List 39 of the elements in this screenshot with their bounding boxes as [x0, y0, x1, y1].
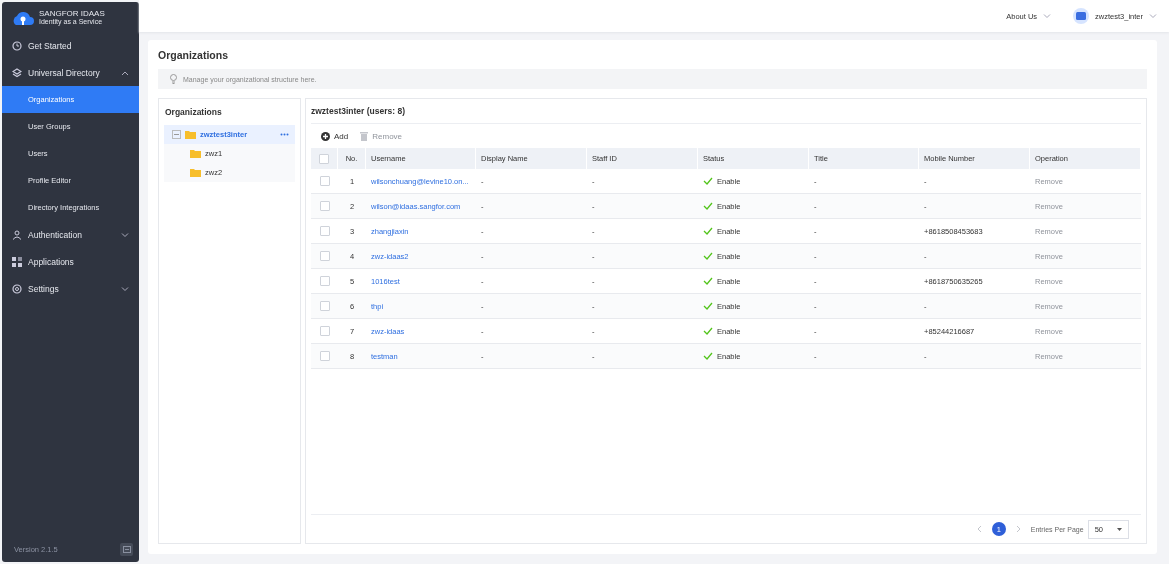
next-page-icon	[1015, 525, 1021, 533]
nav-item[interactable]: Applications	[2, 248, 139, 275]
checkbox[interactable]	[319, 251, 330, 261]
panel-icon	[122, 546, 131, 553]
checkbox[interactable]	[319, 326, 330, 336]
gear-icon	[12, 283, 22, 294]
nav-item[interactable]: Authentication	[2, 221, 139, 248]
panel-title: zwztest3inter (users: 8)	[311, 99, 1141, 124]
folder-icon	[190, 149, 201, 158]
checkbox[interactable]	[319, 351, 330, 361]
checkbox[interactable]	[319, 301, 330, 311]
grid-icon	[12, 256, 22, 267]
nav-item[interactable]: Universal Directory	[2, 59, 139, 86]
checkbox[interactable]	[319, 153, 329, 164]
chevron-icon	[1043, 13, 1052, 19]
checkbox[interactable]	[319, 276, 330, 286]
trash-icon	[360, 131, 369, 141]
brand-name: SANGFOR IDAAS	[39, 9, 105, 18]
nav-item[interactable]: Settings	[2, 275, 139, 302]
person-icon	[12, 229, 22, 240]
avatar-icon	[1076, 12, 1087, 20]
checkbox[interactable]	[319, 201, 330, 211]
layers-icon	[12, 67, 22, 78]
checkbox[interactable]	[319, 176, 330, 186]
collapse-button[interactable]	[120, 543, 133, 556]
folder-icon	[190, 168, 201, 177]
panel-title: Organizations	[165, 107, 223, 117]
lightbulb-icon	[170, 74, 177, 84]
caret-icon	[1117, 527, 1122, 531]
plus-circle-icon	[321, 131, 330, 141]
page-title: Organizations	[158, 49, 229, 61]
chevron-icon	[1149, 13, 1157, 19]
checkbox[interactable]	[319, 226, 330, 236]
more-icon	[280, 133, 289, 136]
nav-item[interactable]: Get Started	[2, 32, 139, 59]
toolbar-button[interactable]: Add	[321, 131, 349, 141]
previous-page-icon	[976, 525, 982, 533]
clock-icon	[12, 40, 22, 51]
folder-icon	[185, 130, 196, 139]
